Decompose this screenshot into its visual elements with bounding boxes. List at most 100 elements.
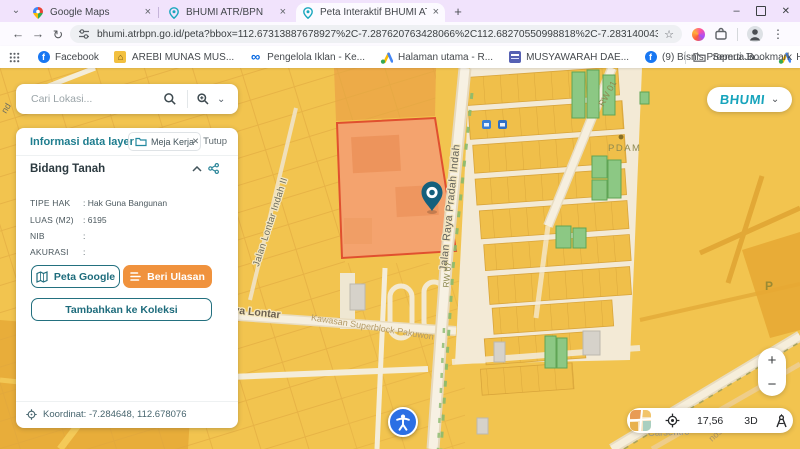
tab-label: Google Maps [50,7,139,18]
zoom-level-value: 17,56 [697,415,723,427]
divider [685,51,686,64]
mode-3d-button[interactable]: 3D [744,415,757,427]
bookmark-label: AREBI MUNAS MUS... [132,52,234,63]
profile-avatar[interactable] [747,26,763,42]
zoom-in-button[interactable]: + [768,352,777,369]
collapse-chevron-up-icon[interactable] [192,166,202,172]
accessibility-person-icon [394,413,412,431]
crosshair-icon [26,409,37,420]
field-label: NIB [30,231,45,241]
coordinate-text: Koordinat: -7.284648, 112.678076 [43,409,187,420]
bookmark-pengelola-iklan[interactable]: ∞ Pengelola Iklan - Ke... [249,51,365,64]
tutup-button[interactable]: ✕ Tutup [192,136,227,147]
search-icon[interactable] [163,92,177,106]
bookmark-halaman-utama[interactable]: Halaman utama - R... [380,51,493,64]
window-maximize-button[interactable] [756,6,766,16]
field-value: : Hak Guna Bangunan [83,198,167,208]
all-bookmarks[interactable]: Semua Bookmark [685,46,792,68]
bookmark-star-icon[interactable]: ☆ [664,28,674,41]
back-button[interactable]: ← [8,27,28,41]
browser-menu-icon[interactable]: ⋮ [772,27,784,41]
bookmark-label: Pengelola Iklan - Ke... [267,52,365,63]
forward-button[interactable]: → [28,27,48,41]
layer-info-panel: Informasi data layer Meja Kerja ✕ Tutup … [16,128,238,428]
facebook-icon: f [38,51,50,63]
tab-separator [158,7,159,18]
zoom-search-icon[interactable] [196,92,210,106]
folder-icon [693,51,706,64]
tab-search-button[interactable]: ⌄ [8,4,24,19]
window-controls: – ✕ [733,0,796,22]
tambahkan-ke-koleksi-button[interactable]: Tambahkan ke Koleksi [31,298,212,321]
bhumi-favicon [302,7,314,19]
meta-infinity-icon: ∞ [251,51,260,63]
tab-close-icon[interactable]: × [280,7,286,18]
zoom-controls: + − [758,348,786,396]
bookmark-arebi[interactable]: ⌂ AREBI MUNAS MUS... [114,51,234,64]
tab-bhumi[interactable]: BHUMI ATR/BPN × [162,3,292,22]
peta-google-button[interactable]: Peta Google [31,265,120,288]
bhumi-favicon [168,7,180,19]
map-area: Jalan Lontar Indah II Jalan Raya Pradah … [0,68,800,449]
accessibility-button[interactable] [388,407,418,437]
chevron-down-icon[interactable]: ⌄ [217,94,225,105]
tab-google-maps[interactable]: Google Maps × [26,3,157,22]
bookmark-label: MUSYAWARAH DAE... [526,52,629,63]
close-icon: ✕ [192,136,199,147]
reload-button[interactable]: ↻ [48,27,68,42]
address-bar[interactable]: bhumi.atrbpn.go.id/peta?bbox=112.6731388… [70,25,682,43]
bookmark-label: Facebook [55,52,99,63]
musyawarah-icon [509,51,521,63]
koleksi-label: Tambahkan ke Koleksi [65,304,177,316]
screenshot-root: { "browser": { "tabs": [ {"label": "Goog… [0,0,800,449]
extensions-icon[interactable] [714,27,728,41]
tab-close-icon[interactable]: × [145,7,151,18]
facebook-icon: f [645,51,657,63]
basemap-thumbnail[interactable] [630,410,651,431]
compass-icon[interactable] [775,414,788,428]
map-icon [36,271,48,283]
url-text: bhumi.atrbpn.go.id/peta?bbox=112.6731388… [97,29,658,40]
bookmark-label: Halaman utama - R... [796,52,800,63]
window-minimize-button[interactable]: – [733,5,739,17]
google-maps-favicon [32,7,44,19]
divider [737,28,738,41]
browser-toolbar: ← → ↻ bhumi.atrbpn.go.id/peta?bbox=112.6… [0,22,800,46]
field-label: TIPE HAK [30,198,70,208]
chevron-down-icon: ⌄ [771,94,779,105]
panel-title: Informasi data layer [30,136,134,148]
apps-grid-icon[interactable] [8,51,21,64]
peta-google-label: Peta Google [54,271,115,283]
map-control-bar: 17,56 3D [627,408,793,433]
locate-icon[interactable] [665,413,680,428]
label-pdam: PDAM [608,143,641,154]
coordinate-row: Koordinat: -7.284648, 112.678076 [16,401,238,428]
search-input[interactable] [29,92,161,106]
tab-close-icon[interactable]: × [433,7,439,18]
arebi-icon: ⌂ [114,51,126,63]
bookmark-musyawarah[interactable]: MUSYAWARAH DAE... [508,51,629,64]
tab-strip: ⌄ Google Maps × BHUMI ATR/BPN × Peta Int… [0,0,800,22]
new-tab-button[interactable]: + [449,3,467,21]
tab-label: Peta Interaktif BHUMI ATR/BPN [320,7,427,18]
site-info-icon[interactable] [78,28,90,40]
toolbar-right: ⋮ [692,26,784,42]
beri-ulasan-button[interactable]: Beri Ulasan [123,265,212,288]
share-icon[interactable] [208,163,219,174]
bookmarks-bar: f Facebook ⌂ AREBI MUNAS MUS... ∞ Pengel… [0,46,800,68]
bookmark-facebook[interactable]: f Facebook [37,51,99,64]
window-close-button[interactable]: ✕ [782,6,790,17]
extension-colored-icon[interactable] [692,28,705,41]
field-value: : 6195 [83,215,107,225]
search-card: ⌄ [16,84,238,114]
field-label: LUAS (M2) [30,215,74,225]
bhumi-logo-menu[interactable]: BHUMI ⌄ [707,87,792,112]
meja-kerja-button[interactable]: Meja Kerja [128,132,201,151]
tab-label: BHUMI ATR/BPN [186,7,274,18]
zoom-out-button[interactable]: − [768,376,777,393]
tab-peta-interaktif-active[interactable]: Peta Interaktif BHUMI ATR/BPN × [296,3,445,22]
all-bookmarks-label: Semua Bookmark [713,52,792,63]
workspace-folder-icon [135,137,147,147]
bookmark-label: Halaman utama - R... [398,52,493,63]
google-ads-icon [380,51,393,64]
